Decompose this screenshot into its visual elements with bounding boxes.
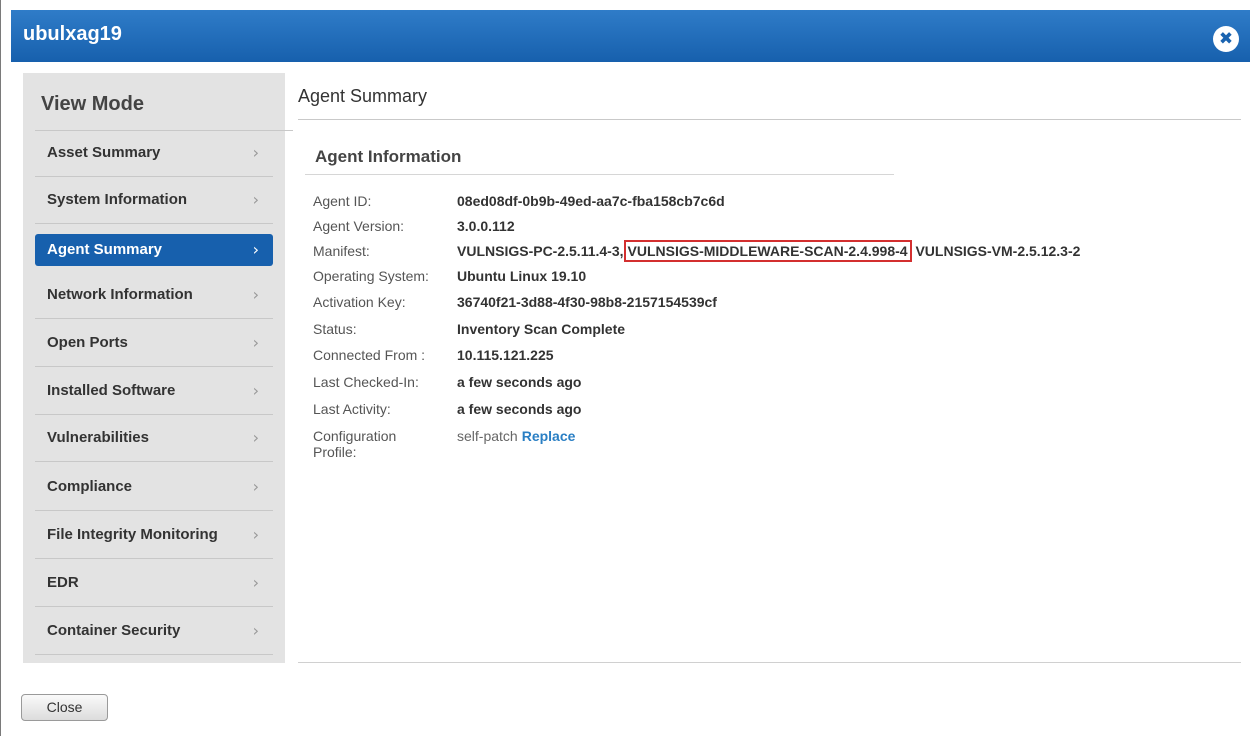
title-bar: ubulxag19 ✖ (11, 10, 1250, 62)
config-profile-label-line1: Configuration (313, 428, 397, 444)
close-icon[interactable]: ✖ (1213, 26, 1239, 52)
agent-id-value: 08ed08df-0b9b-49ed-aa7c-fba158cb7c6d (457, 193, 725, 209)
sidebar-item-label: EDR (47, 574, 79, 591)
activation-key-label: Activation Key: (313, 294, 406, 310)
window-title: ubulxag19 (23, 23, 122, 45)
manifest-part-pc: VULNSIGS-PC-2.5.11.4-3, (457, 243, 624, 259)
chevron-right-icon: › (252, 428, 259, 447)
last-checked-in-label: Last Checked-In: (313, 374, 419, 390)
sidebar-item-vulnerabilities[interactable]: Vulnerabilities › (35, 415, 273, 462)
sidebar-item-container-security[interactable]: Container Security › (35, 608, 273, 655)
activation-key-value: 36740f21-3d88-4f30-98b8-2157154539cf (457, 294, 717, 310)
connected-from-label: Connected From : (313, 347, 426, 363)
sidebar-item-compliance[interactable]: Compliance › (35, 464, 273, 511)
sidebar-item-label: Network Information (47, 286, 193, 303)
sidebar-item-label: Open Ports (47, 334, 128, 351)
sidebar-item-edr[interactable]: EDR › (35, 560, 273, 607)
manifest-part-vm: VULNSIGS-VM-2.5.12.3-2 (915, 243, 1081, 259)
config-profile-label-line2: Profile: (313, 444, 357, 460)
sidebar-item-label: Compliance (47, 478, 133, 495)
chevron-right-icon: › (252, 381, 259, 400)
chevron-right-icon: › (252, 143, 259, 162)
chevron-right-icon: › (252, 190, 259, 209)
sidebar-item-open-ports[interactable]: Open Ports › (35, 320, 273, 367)
replace-link[interactable]: Replace (522, 428, 576, 444)
status-value: Inventory Scan Complete (457, 321, 626, 337)
sidebar-item-asset-summary[interactable]: Asset Summary › (35, 130, 273, 177)
chevron-right-icon: › (252, 621, 259, 640)
chevron-right-icon: › (252, 285, 259, 304)
manifest-label: Manifest: (313, 243, 370, 259)
close-button[interactable]: Close (21, 694, 108, 721)
config-profile-value: self-patch Replace (457, 428, 575, 444)
os-value: Ubuntu Linux 19.10 (457, 268, 587, 284)
agent-id-label: Agent ID: (313, 193, 372, 209)
last-activity-label: Last Activity: (313, 401, 391, 417)
chevron-right-icon: › (252, 240, 259, 259)
sidebar-item-file-integrity-monitoring[interactable]: File Integrity Monitoring › (35, 512, 273, 559)
sidebar-item-label: Asset Summary (47, 144, 161, 161)
config-profile-label: Configuration Profile: (313, 428, 448, 460)
sidebar-item-label: Agent Summary (47, 241, 163, 258)
connected-from-value: 10.115.121.225 (457, 347, 554, 363)
sidebar-item-label: Container Security (47, 622, 181, 639)
chevron-right-icon: › (252, 333, 259, 352)
last-checked-in-value: a few seconds ago (457, 374, 582, 390)
last-activity-value: a few seconds ago (457, 401, 582, 417)
agent-dialog: ubulxag19 ✖ View Mode Asset Summary › Syst… (0, 0, 1250, 736)
manifest-value: VULNSIGS-PC-2.5.11.4-3, VULNSIGS-MIDDLEWA… (457, 240, 1081, 262)
sidebar-item-agent-summary[interactable]: Agent Summary › (35, 234, 273, 266)
title-divider (298, 119, 1241, 120)
manifest-part-middleware-highlighted: VULNSIGS-MIDDLEWARE-SCAN-2.4.998-4 (623, 240, 912, 262)
sidebar-item-installed-software[interactable]: Installed Software › (35, 368, 273, 415)
sidebar-item-label: Vulnerabilities (47, 429, 149, 446)
sidebar-item-label: File Integrity Monitoring (47, 526, 218, 543)
sidebar-item-label: Installed Software (47, 382, 176, 399)
section-title: Agent Information (315, 147, 462, 166)
bottom-divider (298, 662, 1241, 663)
config-profile-name: self-patch (457, 428, 518, 444)
sidebar-item-label: System Information (47, 191, 188, 208)
chevron-right-icon: › (252, 525, 259, 544)
sidebar-item-system-information[interactable]: System Information › (35, 177, 273, 224)
sidebar-item-network-information[interactable]: Network Information › (35, 272, 273, 319)
section-divider (305, 174, 894, 175)
agent-version-label: Agent Version: (313, 218, 405, 234)
view-mode-title: View Mode (41, 93, 144, 115)
chevron-right-icon: › (252, 573, 259, 592)
chevron-right-icon: › (252, 477, 259, 496)
status-label: Status: (313, 321, 357, 337)
os-label: Operating System: (313, 268, 429, 284)
page-title: Agent Summary (298, 86, 428, 106)
agent-version-value: 3.0.0.112 (457, 218, 515, 234)
